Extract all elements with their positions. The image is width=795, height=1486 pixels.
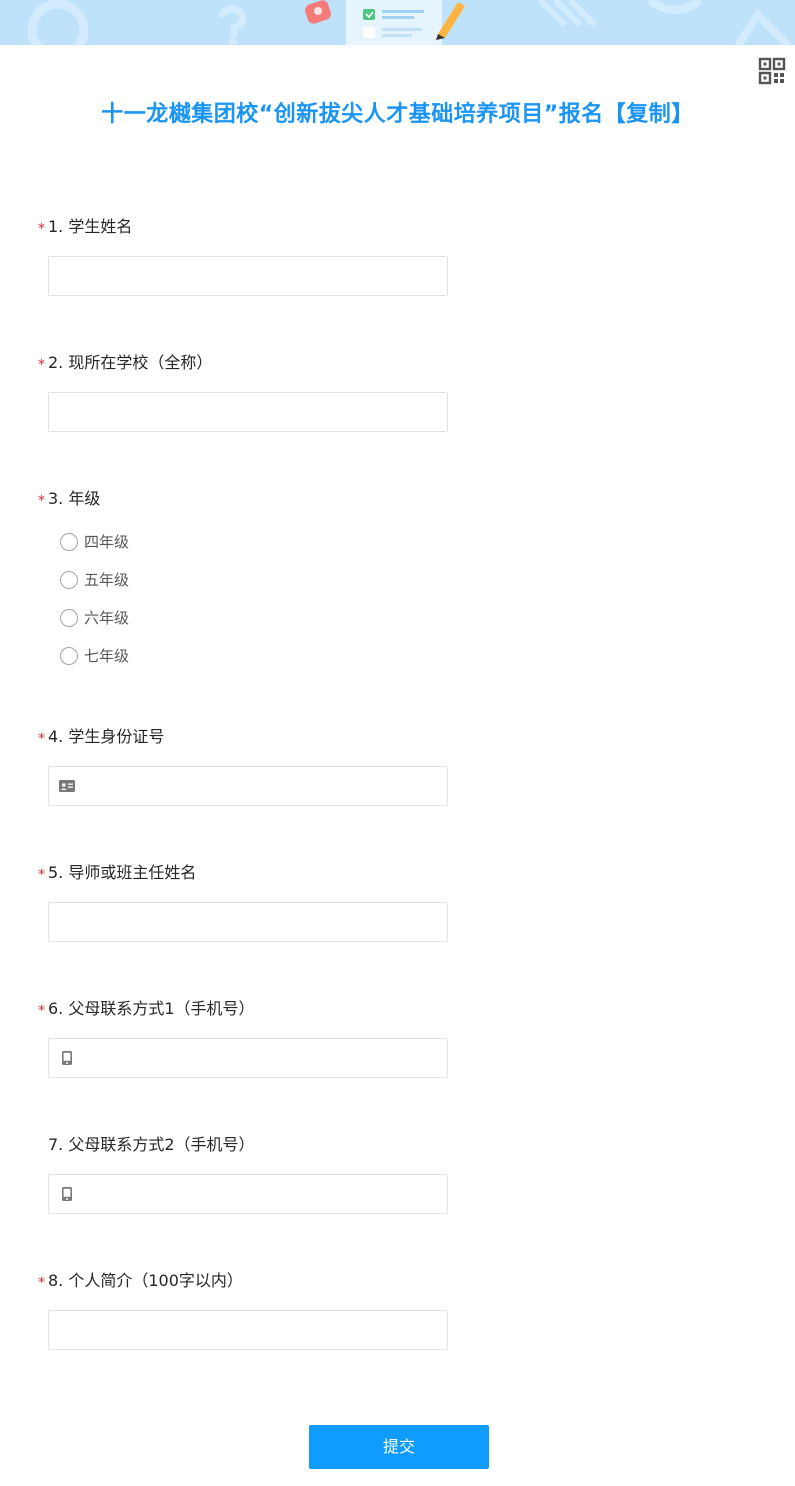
- required-mark: *: [38, 1003, 45, 1019]
- radio-label: 七年级: [84, 647, 130, 665]
- question-label: 5. 导师或班主任姓名: [48, 863, 197, 882]
- question-label: 1. 学生姓名: [48, 217, 133, 236]
- required-mark: *: [38, 221, 45, 237]
- teacher-name-input[interactable]: [49, 903, 447, 941]
- personal-intro-field[interactable]: [48, 1310, 448, 1350]
- qr-code-icon: [758, 57, 786, 85]
- id-number-field[interactable]: [48, 766, 448, 806]
- question-label: 8. 个人简介（100字以内）: [48, 1271, 243, 1290]
- radio-button[interactable]: [60, 609, 78, 627]
- radio-button[interactable]: [60, 647, 78, 665]
- required-mark: *: [38, 731, 45, 747]
- school-field[interactable]: [48, 392, 448, 432]
- student-name-input[interactable]: [49, 257, 447, 295]
- banner-illustration: [27, 0, 791, 45]
- mobile-phone-icon: [62, 1051, 72, 1065]
- question-label: 7. 父母联系方式2（手机号）: [48, 1135, 255, 1154]
- radio-label: 四年级: [84, 533, 130, 551]
- mobile-phone-icon: [62, 1187, 72, 1201]
- parent-phone-2-field[interactable]: [48, 1174, 448, 1214]
- required-mark: *: [38, 357, 45, 373]
- personal-intro-input[interactable]: [49, 1311, 447, 1349]
- radio-button[interactable]: [60, 533, 78, 551]
- submit-button[interactable]: 提交: [309, 1425, 489, 1469]
- required-mark: *: [38, 493, 45, 509]
- radio-button[interactable]: [60, 571, 78, 589]
- form-title: 十一龙樾集团校“创新拔尖人才基础培养项目”报名【复制】: [101, 102, 694, 127]
- radio-label: 五年级: [84, 571, 130, 589]
- header-banner: [0, 0, 795, 45]
- question-label: 6. 父母联系方式1（手机号）: [48, 999, 255, 1018]
- school-input[interactable]: [49, 393, 447, 431]
- question-label: 4. 学生身份证号: [48, 727, 165, 746]
- teacher-name-field[interactable]: [48, 902, 448, 942]
- parent-phone-1-input[interactable]: [49, 1039, 447, 1077]
- required-mark: *: [38, 1275, 45, 1291]
- qr-code-button[interactable]: [758, 57, 786, 85]
- id-card-icon: [59, 780, 75, 792]
- parent-phone-1-field[interactable]: [48, 1038, 448, 1078]
- parent-phone-2-input[interactable]: [49, 1175, 447, 1213]
- student-name-field[interactable]: [48, 256, 448, 296]
- question-label: 3. 年级: [48, 489, 101, 508]
- id-number-input[interactable]: [49, 767, 447, 805]
- radio-label: 六年级: [84, 609, 130, 627]
- required-mark: *: [38, 867, 45, 883]
- question-label: 2. 现所在学校（全称）: [48, 353, 213, 372]
